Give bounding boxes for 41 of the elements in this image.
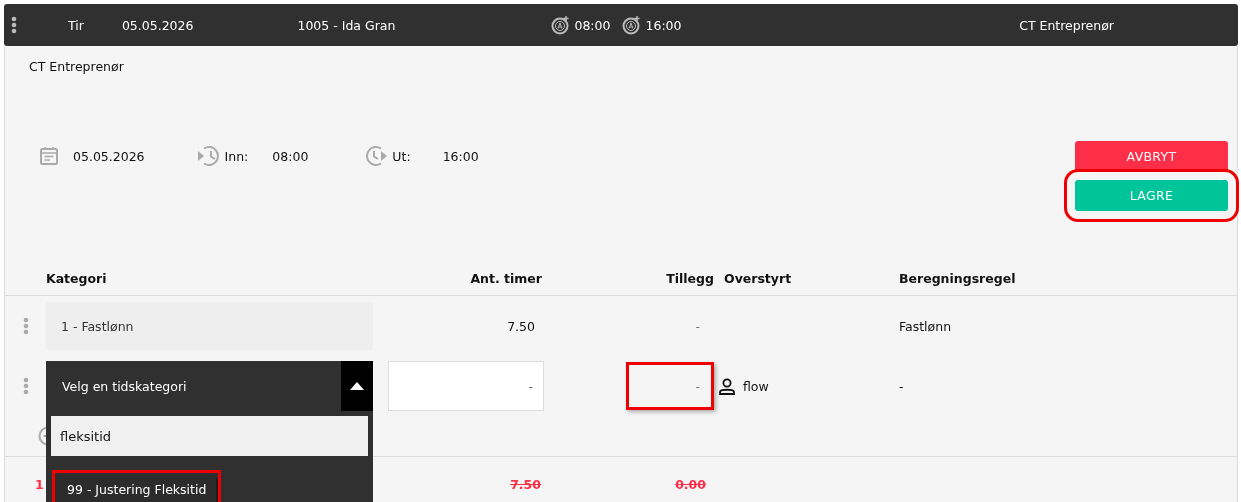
column-header: Overstyrt: [723, 270, 793, 286]
total-hours: 7.50: [509, 477, 542, 492]
clock-in-time: 08:00: [272, 148, 309, 164]
clock-badge-icon: [551, 15, 572, 35]
category-dropdown[interactable]: Velg en tidskategori: [46, 361, 373, 411]
supplement-cell-text: -: [694, 317, 701, 336]
caret-up-icon: [350, 382, 364, 390]
search-field[interactable]: fleksitid: [51, 416, 368, 456]
supplement-cell: -: [626, 362, 714, 410]
drag-handle-icon[interactable]: [22, 377, 29, 395]
column-header: Beregningsregel: [899, 270, 1017, 286]
column-header: Ant. timer: [469, 270, 543, 286]
person-icon: [719, 377, 735, 395]
clock-out-icon: [364, 144, 389, 168]
clock-out-time: 16:00: [442, 148, 479, 164]
total-label: 1: [34, 477, 45, 492]
column-header: Kategori: [46, 270, 108, 286]
clock-in-icon: [196, 144, 221, 168]
clock-out-label: Ut:: [392, 148, 411, 164]
time-label: 16:00: [645, 17, 682, 33]
time-label: 08:00: [574, 17, 611, 33]
cancel-button[interactable]: AVBRYT: [1075, 141, 1228, 172]
total-supplement: 0.00: [674, 477, 707, 492]
clock-in-label: Inn:: [224, 148, 249, 164]
calendar-icon: [39, 146, 59, 166]
category-cell: 1 - Fastlønn: [46, 302, 373, 350]
drag-handle-icon[interactable]: [22, 317, 29, 335]
weekday-label: Tir: [68, 17, 84, 33]
rule-cell: -: [899, 378, 904, 394]
company-name: CT Entreprenør: [1019, 17, 1114, 33]
hours-cell-text: 7.50: [507, 318, 536, 334]
column-header: Tillegg: [665, 270, 714, 286]
employee-name: 1005 - Ida Gran: [297, 17, 397, 33]
department-name: CT Entreprenør: [29, 59, 124, 74]
clock-badge-icon: [622, 15, 643, 35]
rule-cell: Fastlønn: [899, 318, 952, 334]
hours-field[interactable]: -: [388, 361, 544, 411]
drag-handle-icon[interactable]: [11, 16, 17, 34]
date-label: 05.05.2026: [121, 17, 194, 33]
override-user: flow: [743, 378, 769, 394]
shift-date: 05.05.2026: [73, 148, 145, 164]
